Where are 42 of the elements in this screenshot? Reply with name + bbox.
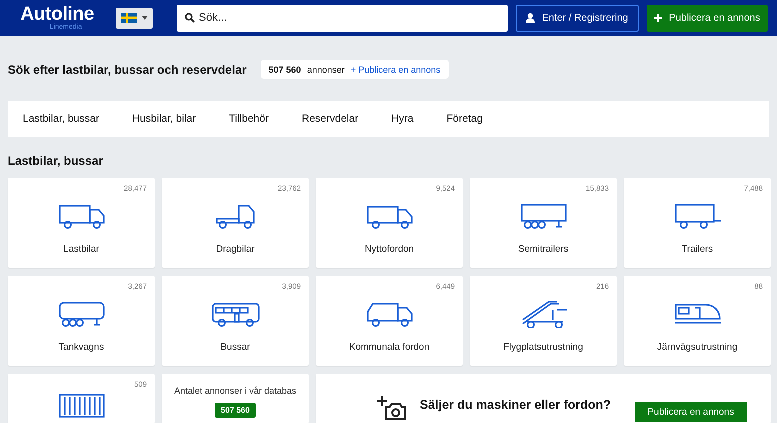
category-tab[interactable]: Hyra — [392, 113, 414, 125]
category-tab[interactable]: Husbilar, bilar — [132, 113, 196, 125]
category-label: Tankvagns — [58, 342, 104, 353]
publish-button[interactable]: Publicera en annons — [646, 4, 768, 32]
category-label: Bussar — [220, 342, 250, 353]
listing-count-label: annonser — [307, 64, 345, 74]
section-heading: Lastbilar, bussar — [8, 152, 104, 170]
publish-link[interactable]: + Publicera en annons — [350, 64, 441, 74]
semitrailer-icon — [518, 202, 568, 230]
garbage-truck-icon — [364, 300, 414, 328]
category-tab[interactable]: Lastbilar, bussar — [23, 113, 100, 125]
category-label: Lastbilar — [64, 244, 100, 255]
add-photo-icon — [376, 394, 406, 420]
tank-trailer-icon — [56, 300, 106, 328]
page-heading: Sök efter lastbilar, bussar och reservdelar — [8, 62, 247, 76]
total-count-badge: 507 560 — [215, 403, 256, 418]
flag-icon — [121, 13, 138, 23]
listing-count: 507 560 — [268, 64, 302, 74]
stats-text: Antalet annonser i vår databas — [174, 386, 297, 396]
login-button[interactable]: Enter / Registrering — [516, 4, 639, 32]
category-label: Kommunala fordon — [349, 342, 430, 353]
publish-button[interactable]: Publicera en annons — [635, 402, 748, 422]
category-tab[interactable]: Tillbehör — [229, 113, 269, 125]
category-label: Dragbilar — [216, 244, 255, 255]
user-icon — [526, 13, 536, 23]
category-label: Flygplatsutrustning — [504, 342, 584, 353]
bus-icon — [210, 300, 260, 328]
category-label: Semitrailers — [518, 244, 569, 255]
category-label: Järnvägsutrustning — [657, 342, 738, 353]
container-icon — [56, 392, 106, 420]
logo[interactable]: Autoline — [20, 5, 94, 24]
plus-icon — [654, 14, 662, 22]
category-tab[interactable]: Reservdelar — [302, 113, 359, 125]
category-label: Nyttofordon — [364, 244, 414, 255]
promo-question: Säljer du maskiner eller fordon? — [420, 398, 612, 412]
truck-icon — [56, 202, 106, 230]
category-tab[interactable]: Företag — [446, 113, 483, 125]
caret-icon — [142, 16, 148, 20]
trailer-icon — [672, 202, 722, 230]
search-field[interactable]: Sök... — [177, 4, 508, 32]
language-dropdown[interactable] — [116, 8, 154, 28]
category-label: Trailers — [682, 244, 714, 255]
